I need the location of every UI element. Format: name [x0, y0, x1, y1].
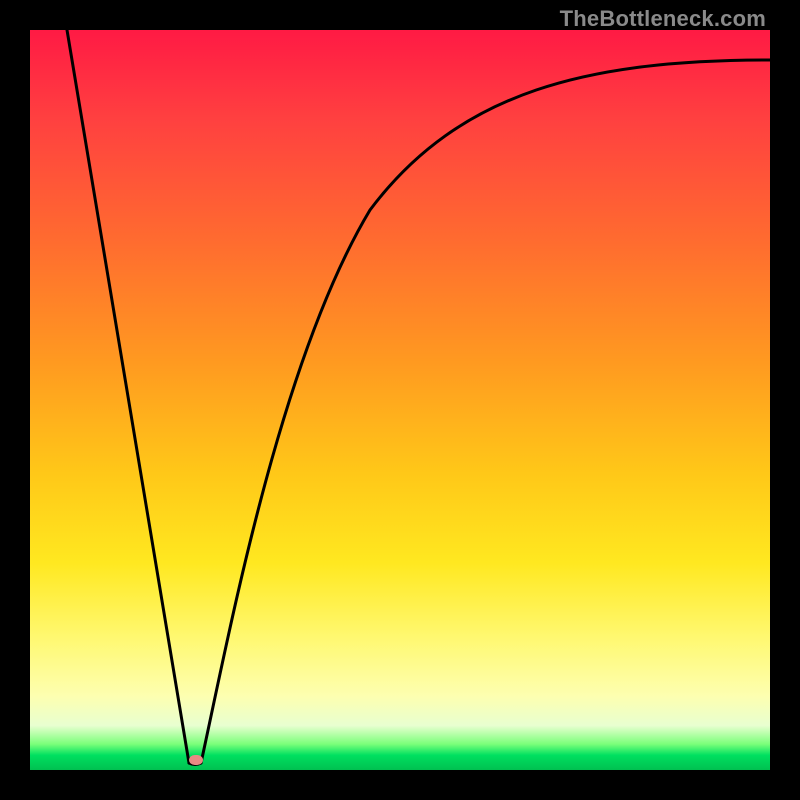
curve-left-branch [67, 30, 189, 763]
bottleneck-curve [30, 30, 770, 770]
chart-frame: TheBottleneck.com [0, 0, 800, 800]
watermark-text: TheBottleneck.com [560, 6, 766, 32]
plot-area [30, 30, 770, 770]
curve-right-branch [201, 60, 770, 763]
optimal-point-marker [189, 755, 203, 765]
